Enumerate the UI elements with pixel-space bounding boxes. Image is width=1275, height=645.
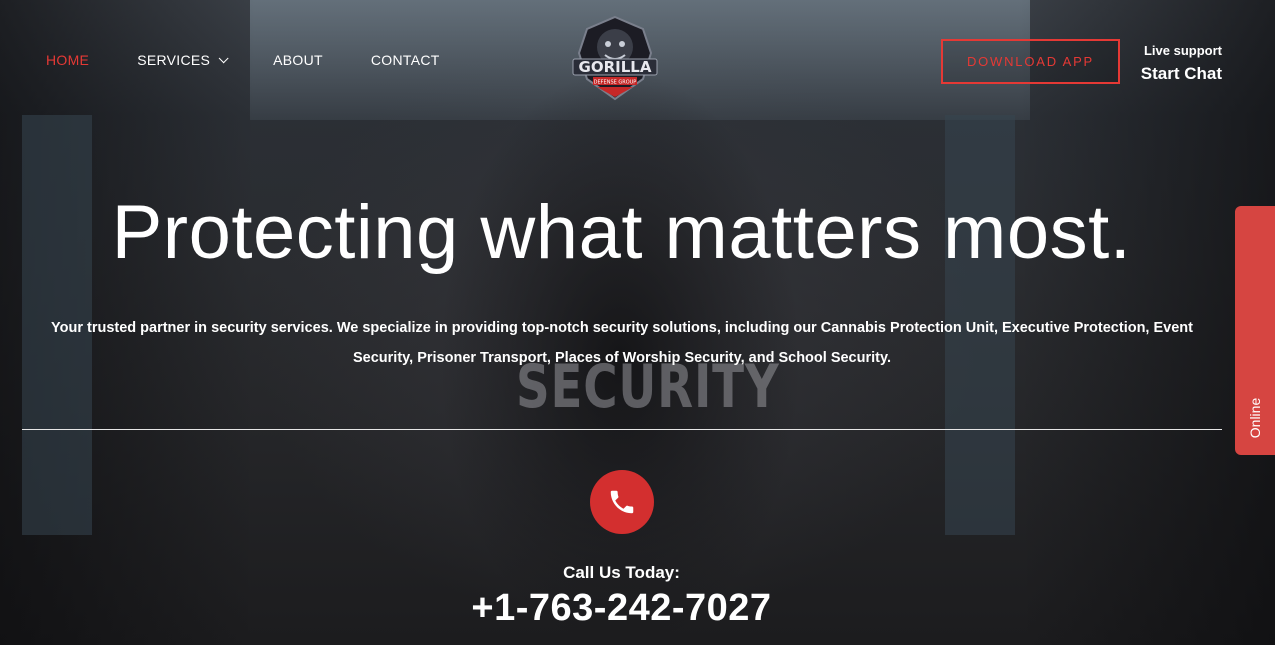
nav-about[interactable]: ABOUT (273, 52, 323, 68)
logo-text: GORILLA (579, 58, 652, 76)
divider (22, 429, 1222, 430)
hero-intro: Your trusted partner in security service… (51, 320, 1193, 366)
nav-services-label: SERVICES (137, 52, 211, 68)
nav-services[interactable]: SERVICES (137, 52, 229, 68)
live-support[interactable]: Live support Start Chat (1141, 43, 1222, 84)
start-chat-link[interactable]: Start Chat (1141, 64, 1222, 84)
logo-subtext: DEFENSE GROUP (594, 80, 637, 86)
download-app-button[interactable]: DOWNLOAD APP (941, 39, 1120, 84)
live-support-label: Live support (1143, 43, 1222, 58)
phone-icon (610, 490, 634, 514)
chevron-down-icon (218, 52, 229, 63)
main-nav: HOME SERVICES ABOUT CONTACT (46, 52, 440, 68)
online-tab-label: Online (1247, 397, 1263, 439)
nav-contact[interactable]: CONTACT (371, 52, 440, 68)
online-chat-tab[interactable]: Online (1235, 206, 1275, 455)
hero-title: Protecting what matters most. (111, 190, 1132, 275)
phone-number[interactable]: +1-763-242-7027 (0, 587, 1243, 630)
gorilla-logo[interactable]: GORILLA DEFENSE GROUP (567, 13, 663, 105)
call-label: Call Us Today: (563, 563, 680, 582)
call-button[interactable] (590, 470, 654, 534)
nav-home[interactable]: HOME (46, 52, 89, 68)
